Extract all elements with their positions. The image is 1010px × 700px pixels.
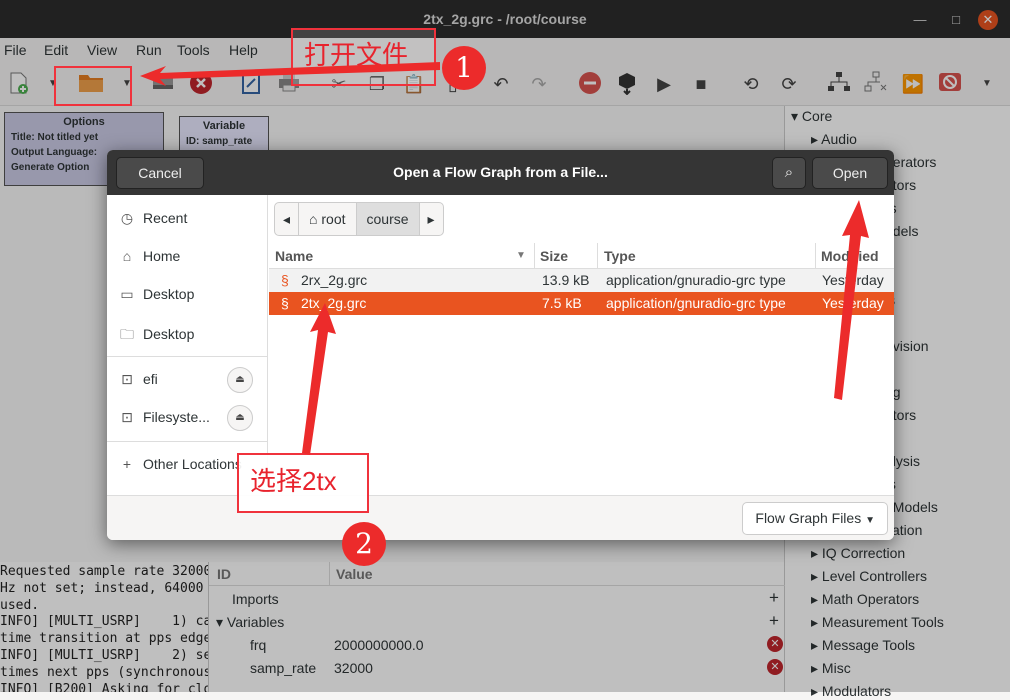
annotation-arrows xyxy=(140,62,869,455)
arrow-to-open-icon xyxy=(140,62,440,86)
arrow-to-file xyxy=(302,303,336,455)
arrow-to-open-button xyxy=(834,200,869,400)
